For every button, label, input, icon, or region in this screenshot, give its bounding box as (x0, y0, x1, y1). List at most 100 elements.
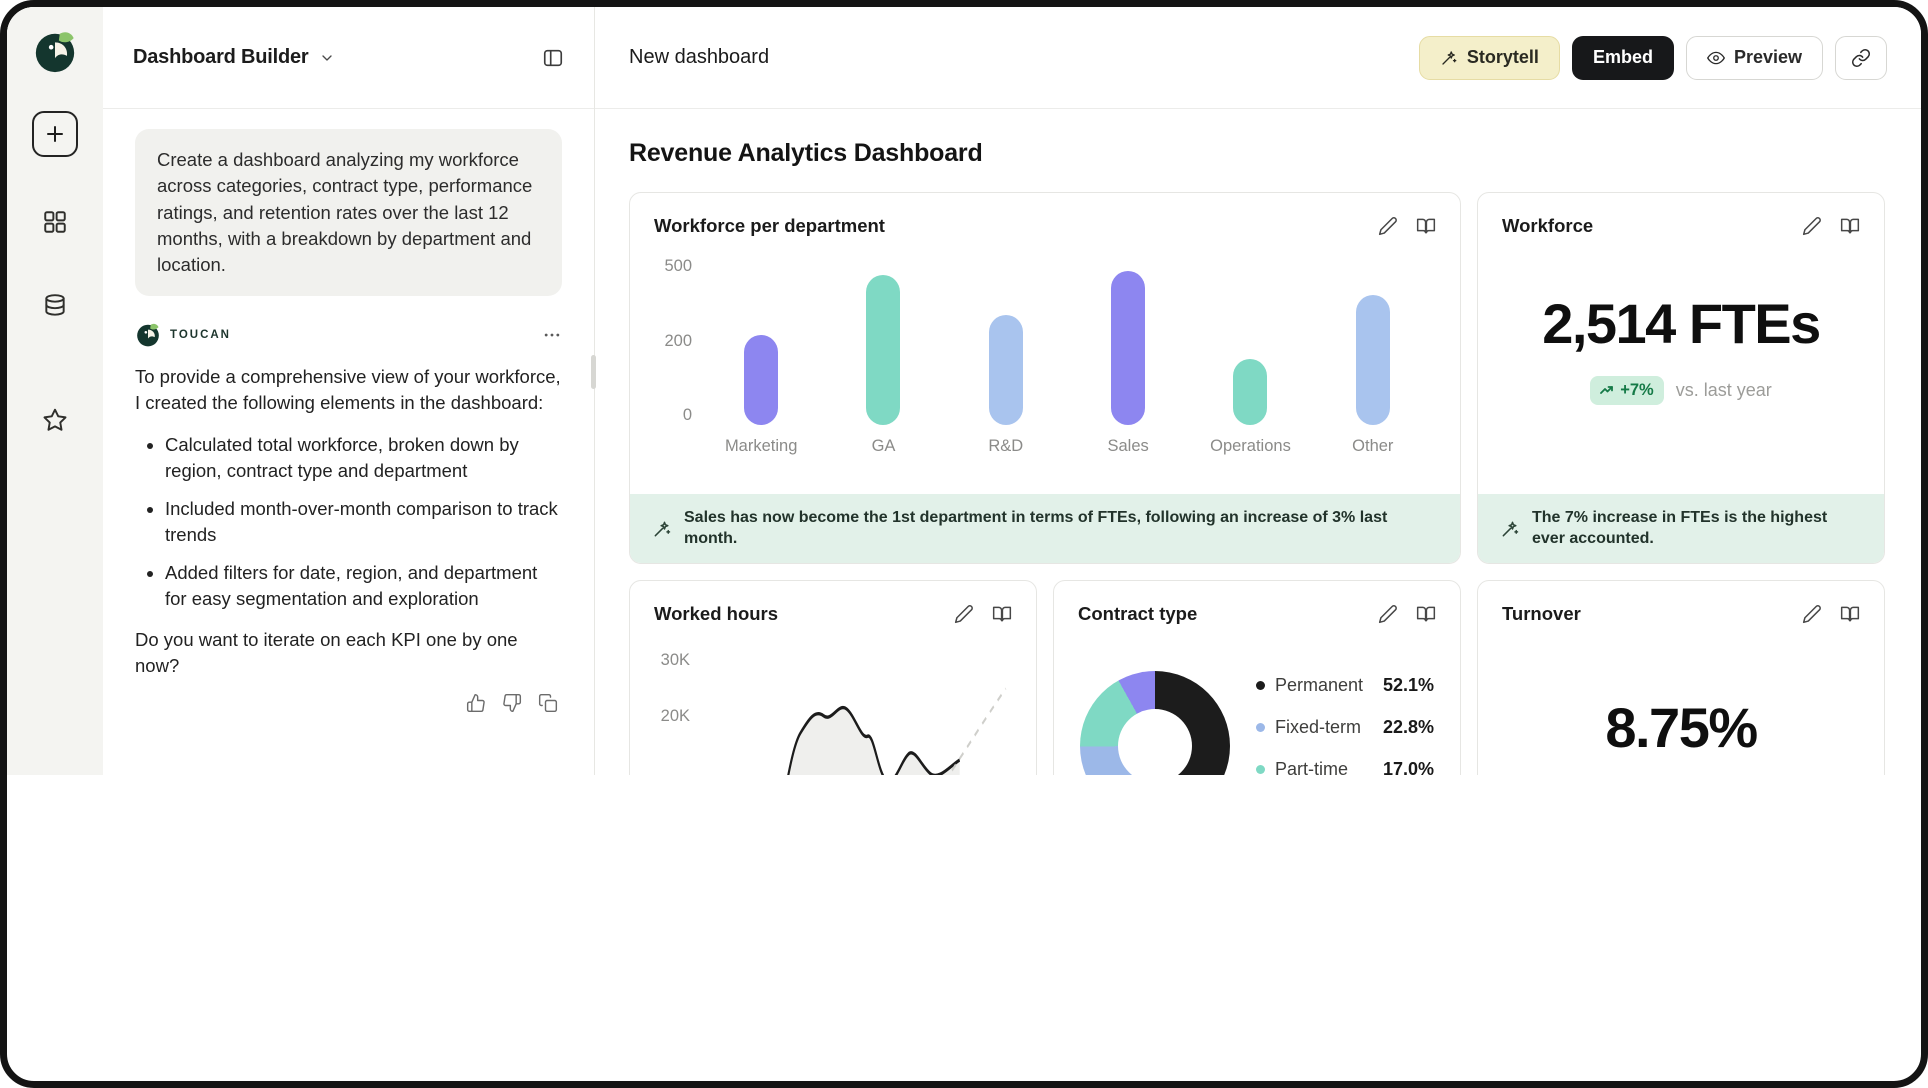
dashboard-canvas: Revenue Analytics Dashboard Workforce pe… (595, 109, 1921, 775)
bar-chart: 5002000 MarketingGAR&DSalesOperationsOth… (630, 257, 1460, 456)
legend-row: Fixed-term22.8% (1256, 717, 1434, 738)
story-icon[interactable] (1416, 216, 1436, 236)
legend-row: Part-time17.0% (1256, 759, 1434, 775)
x-axis-label: Marketing (700, 437, 822, 456)
bar-marketing (744, 335, 778, 425)
share-link-button[interactable] (1835, 36, 1887, 80)
assistant-brand-name: TOUCAN (170, 329, 231, 341)
assistant-closing: Do you want to iterate on each KPI one b… (135, 627, 562, 679)
y-tick: 200 (656, 332, 692, 351)
bar-column (822, 275, 944, 425)
embed-label: Embed (1593, 47, 1653, 68)
message-actions (135, 693, 562, 713)
thumbs-up-icon[interactable] (466, 693, 486, 713)
bar-r&d (989, 315, 1023, 425)
data-sources-icon[interactable] (42, 293, 68, 319)
assistant-message-header: TOUCAN (135, 322, 562, 348)
favorites-icon[interactable] (42, 407, 68, 433)
toucan-logo-icon (32, 29, 78, 75)
dashboard-name: New dashboard (629, 46, 769, 69)
storytell-button[interactable]: Storytell (1419, 36, 1560, 80)
app-switcher[interactable]: Dashboard Builder (133, 46, 335, 69)
legend-dot (1256, 765, 1265, 774)
dashboard-toolbar: New dashboard Storytell Embed (595, 7, 1921, 109)
story-icon[interactable] (1840, 604, 1860, 624)
thumbs-down-icon[interactable] (502, 693, 522, 713)
toucan-avatar (135, 322, 161, 348)
new-dashboard-button[interactable] (32, 111, 78, 157)
donut-ring (1080, 671, 1230, 775)
insight-text: The 7% increase in FTEs is the highest e… (1532, 508, 1862, 549)
line-chart-svg (698, 641, 1012, 775)
card-header: Turnover (1478, 581, 1884, 625)
message-menu-icon[interactable] (542, 325, 562, 345)
x-axis-label: GA (822, 437, 944, 456)
app-window: Dashboard Builder Create a dashboard ana… (0, 0, 1928, 1088)
page-title: Revenue Analytics Dashboard (629, 139, 1887, 168)
donut-legend: Permanent52.1%Fixed-term22.8%Part-time17… (1256, 675, 1434, 775)
legend-dot (1256, 681, 1265, 690)
legend-row: Permanent52.1% (1256, 675, 1434, 696)
y-tick: 0 (656, 406, 692, 425)
edit-icon[interactable] (954, 604, 974, 624)
kpi-delta-row: +7% vs. last year (1590, 376, 1772, 405)
edit-icon[interactable] (1378, 216, 1398, 236)
assistant-brand: TOUCAN (135, 322, 231, 348)
panel-resize-handle[interactable] (591, 355, 596, 389)
assistant-bullet: Included month-over-month comparison to … (165, 496, 562, 548)
card-header: Worked hours (630, 581, 1036, 625)
story-icon[interactable] (1416, 604, 1436, 624)
x-axis-labels: MarketingGAR&DSalesOperationsOther (700, 437, 1434, 456)
legend-dot (1256, 723, 1265, 732)
card-contract-type: Contract type (1053, 580, 1461, 775)
legend-value: 17.0% (1383, 759, 1434, 775)
x-axis-label: Other (1312, 437, 1434, 456)
copy-icon[interactable] (538, 693, 558, 713)
y-tick: 30K (661, 651, 690, 670)
legend-value: 52.1% (1383, 675, 1434, 696)
kpi-block: 2,514 FTEs +7% vs. last year (1478, 237, 1884, 494)
card-workforce-per-department: Workforce per department (629, 192, 1461, 564)
card-header: Workforce per department (630, 193, 1460, 237)
dashboards-icon[interactable] (42, 209, 68, 235)
story-icon[interactable] (1840, 216, 1860, 236)
card-turnover: Turnover 8.75% (1477, 580, 1885, 775)
edit-icon[interactable] (1378, 604, 1398, 624)
x-axis-label: Sales (1067, 437, 1189, 456)
insight-banner: Sales has now become the 1st department … (630, 494, 1460, 563)
assistant-intro: To provide a comprehensive view of your … (135, 364, 562, 416)
kpi-block: 8.75% (1478, 625, 1884, 775)
card-actions (1378, 604, 1436, 624)
chat-panel-header: Dashboard Builder (103, 7, 594, 109)
legend-label: Permanent (1275, 675, 1383, 696)
legend-label: Part-time (1275, 759, 1383, 775)
bar-column (1312, 295, 1434, 425)
legend-value: 22.8% (1383, 717, 1434, 738)
main-area: New dashboard Storytell Embed (595, 7, 1921, 775)
delta-value: +7% (1620, 381, 1653, 400)
bar-column (1189, 359, 1311, 425)
app-title: Dashboard Builder (133, 46, 309, 69)
assistant-bullet: Calculated total workforce, broken down … (165, 432, 562, 484)
chat-panel: Dashboard Builder Create a dashboard ana… (103, 7, 595, 775)
collapse-panel-icon[interactable] (542, 47, 564, 69)
story-icon[interactable] (992, 604, 1012, 624)
card-title: Workforce per department (654, 215, 885, 237)
storytell-label: Storytell (1467, 47, 1539, 68)
embed-button[interactable]: Embed (1572, 36, 1674, 80)
preview-button[interactable]: Preview (1686, 36, 1823, 80)
insight-wand-icon (1500, 519, 1520, 539)
card-title: Workforce (1502, 215, 1593, 237)
y-axis-ticks: 5002000 (656, 257, 700, 425)
card-actions (1378, 216, 1436, 236)
legend-label: Fixed-term (1275, 717, 1383, 738)
edit-icon[interactable] (1802, 604, 1822, 624)
edit-icon[interactable] (1802, 216, 1822, 236)
delta-badge: +7% (1590, 376, 1663, 405)
assistant-bullet-list: Calculated total workforce, broken down … (135, 432, 562, 611)
delta-note: vs. last year (1676, 380, 1772, 401)
trend-up-icon (1600, 383, 1614, 397)
donut-chart: Permanent52.1%Fixed-term22.8%Part-time17… (1054, 647, 1460, 775)
insight-text: Sales has now become the 1st department … (684, 508, 1438, 549)
app-content: Dashboard Builder Create a dashboard ana… (7, 7, 1921, 775)
